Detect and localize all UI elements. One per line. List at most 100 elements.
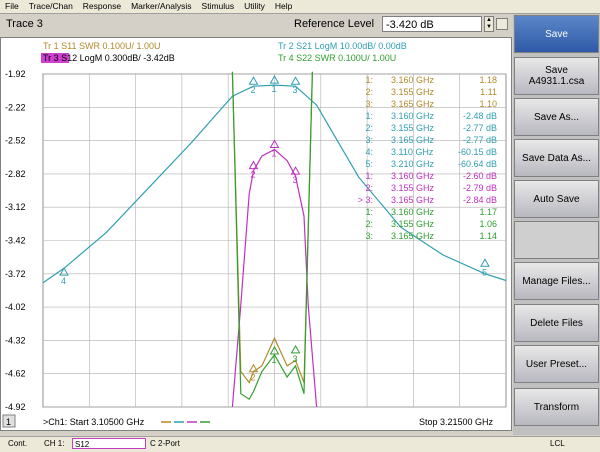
marker-readout-id: 2: [365,123,373,133]
marker-readout-freq: 3.155 GHz [391,87,435,97]
menu-marker-analysis[interactable]: Marker/Analysis [126,0,196,13]
y-tick-label: -2.22 [5,102,26,112]
marker-readout-freq: 3.160 GHz [391,75,435,85]
y-tick-label: -3.42 [5,236,26,246]
trace-legend-entry: Tr 2 S21 LogM 10.00dB/ 0.00dB [278,41,407,51]
y-tick-label: -4.32 [5,335,26,345]
trace-legend-entry: Tr 1 S11 SWR 0.100U/ 1.00U [43,41,161,51]
marker-number: 2 [250,170,255,180]
marker-readout-freq: 3.165 GHz [391,99,435,109]
transform-button[interactable]: Transform [514,388,599,426]
reference-level-input[interactable]: -3.420 dB [382,16,482,32]
user-preset-button[interactable]: User Preset... [514,345,599,383]
save-data-as-button[interactable]: Save Data As... [514,139,599,177]
y-tick-label: -3.72 [5,269,26,279]
marker-number: 2 [250,373,255,383]
marker-number: 1 [272,355,277,365]
marker-readout-freq: 3.160 GHz [391,207,435,217]
marker-readout-id: 5: [365,159,373,169]
delete-files-button[interactable]: Delete Files [514,304,599,342]
marker-readout-value: 1.14 [479,231,497,241]
menu-bar: File Trace/Chan Response Marker/Analysis… [0,0,600,14]
marker-readout-freq: 3.165 GHz [391,231,435,241]
marker-readout-value: -2.48 dB [463,111,497,121]
marker-readout-value: -2.60 dB [463,171,497,181]
marker-readout-value: 1.06 [479,219,497,229]
y-tick-label: -4.62 [5,369,26,379]
marker-number: 3 [293,354,298,364]
marker-readout-freq: 3.155 GHz [391,183,435,193]
y-tick-label: -3.12 [5,202,26,212]
marker-number: 2 [250,85,255,95]
marker-number: 3 [293,85,298,95]
marker-number: 1 [272,148,277,158]
marker-number: 1 [272,84,277,94]
marker-readout-value: 1.11 [480,87,497,97]
marker-readout-value: -60.15 dB [458,147,497,157]
marker-readout-value: -60.64 dB [458,159,497,169]
sweep-start: >Ch1: Start 3.10500 GHz [43,417,145,427]
manage-files-button[interactable]: Manage Files... [514,262,599,300]
trace-graph: -1.92 -2.22 -2.52 -2.82 -3.12 -3.42 -3.72 -4.02… [1,41,511,430]
menu-help[interactable]: Help [270,0,297,13]
reference-level-label: Reference Level [294,18,375,30]
auto-save-button[interactable]: Auto Save [514,180,599,218]
save-button[interactable]: Save [514,15,599,53]
marker-readout-id: 3: [365,99,373,109]
marker-readout-id: 2: [365,183,373,193]
marker-readout-id: 1: [365,75,373,85]
menu-trace-chan[interactable]: Trace/Chan [24,0,78,13]
marker-readout-freq: 3.160 GHz [391,171,435,181]
marker-readout-freq: 3.155 GHz [391,123,435,133]
y-tick-label: -2.52 [5,136,26,146]
maximize-icon[interactable] [496,18,508,30]
menu-response[interactable]: Response [78,0,126,13]
marker-readout-value: -2.79 dB [463,183,497,193]
marker-readout-id: 2: [365,87,373,97]
marker-readout-freq: 3.110 GHz [391,147,434,157]
marker-readout-value: 1.10 [479,99,497,109]
menu-stimulus[interactable]: Stimulus [197,0,240,13]
marker-readout-value: -2.84 dB [463,195,497,205]
measurement-plot[interactable]: -1.92 -2.22 -2.52 -2.82 -3.12 -3.42 -3.72 -4.02… [0,37,512,431]
status-parameter[interactable]: S12 [72,438,146,449]
marker-number: 4 [61,276,66,286]
marker-readout-id: 2: [365,219,373,229]
trace-legend-entry: Tr 3 S12 LogM 0.300dB/ -3.42dB [43,53,175,63]
menu-file[interactable]: File [0,0,24,13]
marker-readout-id: > 3: [358,195,373,205]
status-port: C 2-Port [150,439,180,448]
marker-number: 5 [482,267,487,277]
y-tick-label: -1.92 [5,69,26,79]
menu-utility[interactable]: Utility [239,0,270,13]
marker-readout-id: 1: [365,171,373,181]
status-cont: Cont. [8,439,28,448]
sweep-stop: Stop 3.21500 GHz [419,417,494,427]
status-channel: CH 1: [44,439,65,448]
status-bar: Cont. CH 1: S12 C 2-Port LCL [0,436,600,452]
blank-softkey [514,221,599,259]
marker-readout-value: -2.77 dB [463,135,497,145]
marker-readout-value: 1.17 [479,207,497,217]
marker-readout-id: 3: [365,231,373,241]
trace-toolbar: Trace 3 Reference Level -3.420 dB ▲ ▼ [0,14,512,36]
channel-number: 1 [6,417,11,427]
marker-readout-value: -2.77 dB [463,123,497,133]
marker-readout-freq: 3.155 GHz [391,219,435,229]
marker-readout-freq: 3.165 GHz [391,135,435,145]
status-lcl: LCL [550,439,565,448]
save-file-button[interactable]: Save A4931.1.csa [514,57,599,95]
marker-readout-freq: 3.210 GHz [391,159,435,169]
marker-readout-id: 1: [365,111,373,121]
marker-number: 3 [293,175,298,185]
marker-readout-freq: 3.165 GHz [391,195,435,205]
marker-readout-freq: 3.160 GHz [391,111,435,121]
marker-readout-id: 1: [365,207,373,217]
softkey-panel: Save Save A4931.1.csa Save As... Save Dat… [513,14,600,435]
y-tick-label: -2.82 [5,169,26,179]
marker-readout-id: 3: [365,135,373,145]
trace-title: Trace 3 [6,18,43,30]
reference-level-spinner[interactable]: ▲ ▼ [484,16,494,32]
save-as-button[interactable]: Save As... [514,98,599,136]
marker-readout-id: 4: [365,147,373,157]
